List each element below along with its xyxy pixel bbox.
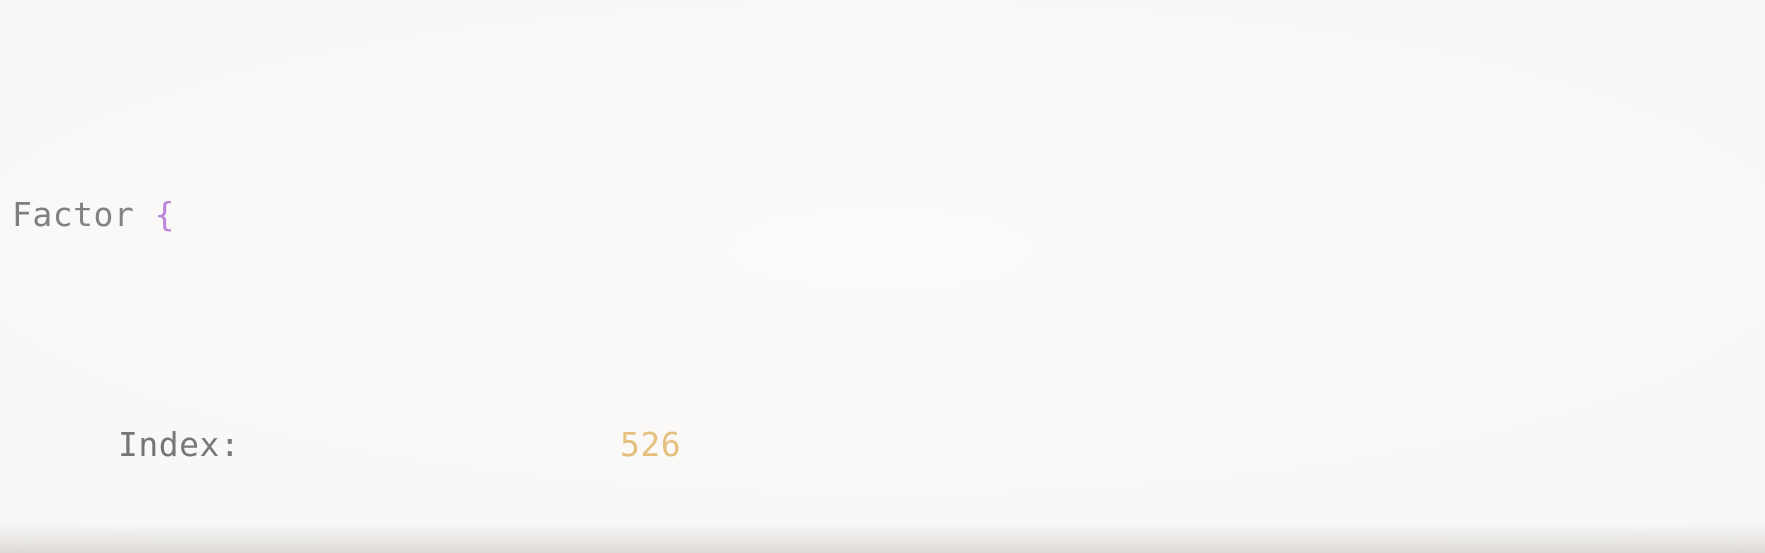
code-block: Factor { Index:526 CppName:"FI_NUM_LINKS… — [0, 0, 1765, 553]
code-line-block-open: Factor { — [0, 192, 1765, 238]
code-snippet-screenshot: Factor { Index:526 CppName:"FI_NUM_LINKS… — [0, 0, 1765, 553]
open-brace: { — [154, 195, 175, 234]
code-line-index: Index: 526 — [0, 422, 1765, 468]
type-name: Factor — [12, 195, 135, 234]
field-key-index: Index: — [118, 425, 241, 464]
field-value-index: 526 — [620, 425, 682, 464]
